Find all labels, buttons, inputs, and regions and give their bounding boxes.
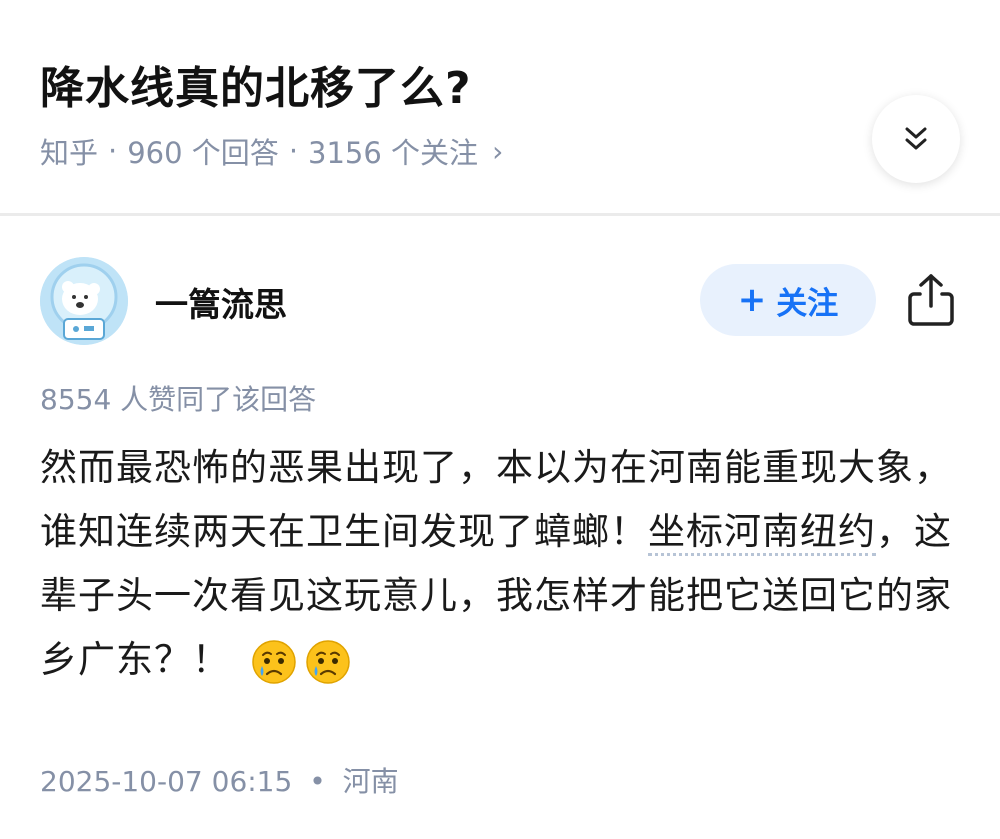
crying-face-icon xyxy=(306,639,350,684)
follow-label: 关注 xyxy=(776,285,839,322)
source-label: 知乎 xyxy=(40,136,99,170)
post-location: 河南 xyxy=(342,765,399,798)
answer-footer: 2025-10-07 06:15 • 河南 xyxy=(40,760,399,800)
question-meta[interactable]: 知乎 · 960 个回答 · 3156 个关注 › xyxy=(40,130,503,172)
meta-separator: · xyxy=(288,134,299,168)
avatar[interactable] xyxy=(40,257,128,345)
location-link[interactable]: 坐标河南纽约 xyxy=(648,510,876,556)
follower-count: 3156 个关注 xyxy=(308,136,479,170)
polar-bear-avatar-icon xyxy=(40,257,128,345)
question-title[interactable]: 降水线真的北移了么? xyxy=(40,52,472,116)
vote-count: 8554 人赞同了该回答 xyxy=(40,383,317,416)
crying-face-icon xyxy=(252,639,296,684)
footer-separator: • xyxy=(309,765,326,798)
meta-separator: · xyxy=(108,134,118,168)
share-icon[interactable] xyxy=(905,272,957,328)
answer-count: 960 个回答 xyxy=(127,136,279,170)
author-name[interactable]: 一篙流思 xyxy=(155,278,287,326)
follow-button[interactable]: + 关注 xyxy=(700,264,876,336)
plus-icon: + xyxy=(737,280,767,320)
expand-button[interactable] xyxy=(872,95,960,183)
post-time: 2025-10-07 06:15 xyxy=(40,765,293,798)
chevron-right-icon: › xyxy=(492,134,504,168)
double-chevron-down-icon xyxy=(905,127,927,150)
section-divider xyxy=(0,213,1000,216)
answer-content[interactable]: 然而最恐怖的恶果出现了，本以为在河南能重现大象，谁知连续两天在卫生间发现了蟑螂！… xyxy=(40,436,965,692)
